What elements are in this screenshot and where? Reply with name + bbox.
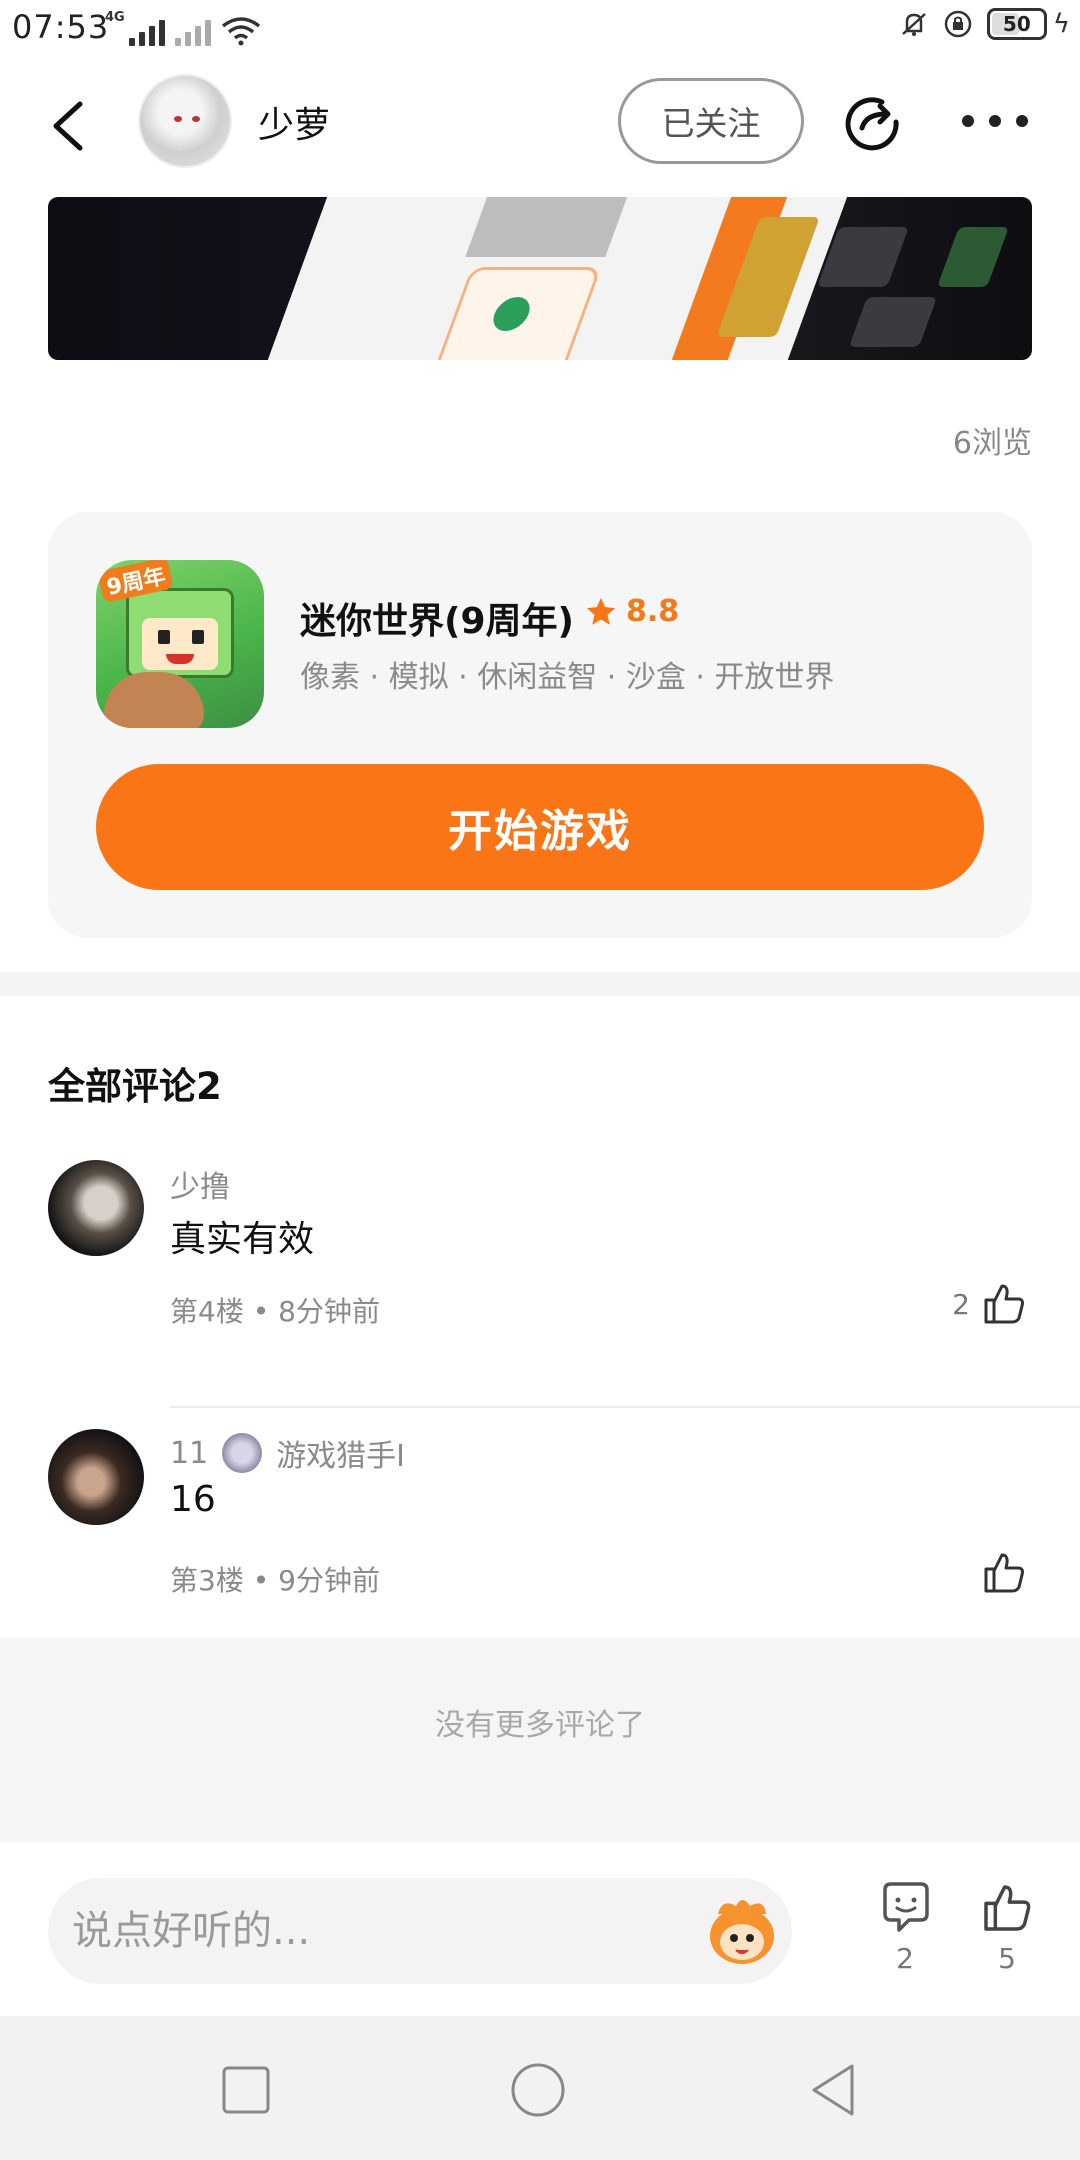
commenter-avatar[interactable] (48, 1160, 144, 1256)
commenter-name[interactable]: 11 (170, 1436, 208, 1471)
comment-bubble-icon (883, 1882, 929, 1932)
rating-value: 8.8 (626, 594, 680, 629)
commenter-badge-name: 游戏猎手I (276, 1439, 406, 1474)
network-type-label: 4G (105, 10, 125, 25)
charging-icon: ϟ (1052, 9, 1070, 39)
commenter-name[interactable]: 少撸 (170, 1162, 230, 1206)
comment-like-button[interactable]: 2 (952, 1280, 1028, 1328)
section-divider (0, 972, 1080, 996)
mute-bell-icon (902, 13, 926, 36)
game-hunter-badge-icon (222, 1433, 263, 1473)
commenter-name-row: 11 游戏猎手I (170, 1431, 405, 1475)
follow-button[interactable]: 已关注 (618, 78, 804, 164)
system-nav-bar (0, 2016, 1080, 2160)
commenter-name-row: 少撸 (170, 1162, 230, 1206)
post-like-count: 5 (998, 1942, 1016, 1975)
comment-meta: 第4楼 • 8分钟前 (170, 1290, 380, 1330)
comment-time: 9分钟前 (278, 1564, 380, 1597)
comment-count-button[interactable]: 2 (870, 1880, 940, 1975)
status-bar: 07:53 4G 50 ϟ (0, 0, 1080, 56)
more-dots-icon[interactable] (962, 106, 1028, 136)
comment-input[interactable] (72, 1878, 672, 1984)
no-more-comments-text: 没有更多评论了 (435, 1708, 645, 1743)
comment-text: 16 (170, 1479, 216, 1520)
commenter-avatar[interactable] (48, 1429, 144, 1525)
wifi-icon (221, 16, 261, 46)
comment-input-pill[interactable] (48, 1878, 792, 1984)
game-app-icon[interactable]: 9周年 (96, 560, 264, 728)
battery-icon: 50 (986, 8, 1047, 40)
thumbs-up-icon (984, 1885, 1031, 1931)
start-game-button[interactable]: 开始游戏 (96, 764, 984, 890)
comment-meta: 第3楼 • 9分钟前 (170, 1559, 380, 1599)
thumbs-up-icon (984, 1284, 1024, 1324)
post-like-button[interactable]: 5 (972, 1880, 1042, 1975)
comment-floor: 第4楼 (170, 1295, 244, 1328)
comment-separator (170, 1406, 1080, 1408)
network-icons: 4G (105, 10, 261, 46)
thumbs-up-icon (984, 1553, 1024, 1593)
comment-time: 8分钟前 (278, 1295, 380, 1328)
comment-floor: 第3楼 (170, 1564, 244, 1597)
game-card[interactable]: 9周年 迷你世界(9周年) 8.8 像素 · 模拟 · 休闲益智 · 沙盒 · … (48, 512, 1032, 938)
comment-item[interactable]: 少撸 真实有效 第4楼 • 8分钟前 2 (0, 1160, 1080, 1430)
view-count: 6浏览 (952, 426, 1032, 461)
comment-count: 2 (896, 1942, 914, 1975)
back-arrow-icon[interactable] (44, 96, 94, 156)
comments-end-area: 没有更多评论了 (0, 1638, 1080, 1842)
game-rating: 8.8 (584, 594, 679, 629)
status-time: 07:53 (12, 8, 110, 46)
comments-title: 全部评论2 (48, 1065, 222, 1108)
author-nickname[interactable]: 少萝 (258, 96, 330, 148)
star-icon (586, 597, 616, 625)
status-right-icons: 50 ϟ (899, 8, 1070, 40)
battery-level: 50 (1002, 12, 1031, 36)
game-name[interactable]: 迷你世界(9周年) (300, 592, 574, 644)
rotation-lock-icon (944, 10, 972, 38)
meta-separator: • (252, 1564, 279, 1597)
post-image[interactable] (48, 197, 1032, 360)
signal-strength-icon (128, 16, 165, 46)
comment-text: 真实有效 (170, 1219, 315, 1260)
meta-separator: • (252, 1295, 279, 1328)
comment-input-bar: 2 5 (0, 1842, 1080, 2014)
top-nav: 少萝 已关注 (0, 56, 1080, 186)
emoji-mascot-icon[interactable] (702, 1892, 782, 1970)
comment-like-count: 2 (952, 1287, 970, 1321)
author-avatar[interactable] (138, 74, 232, 168)
recents-square-icon[interactable] (216, 2060, 276, 2120)
game-tags: 像素 · 模拟 · 休闲益智 · 沙盒 · 开放世界 (300, 660, 835, 695)
signal-no-service-icon (174, 16, 211, 46)
comment-like-button[interactable] (980, 1549, 1028, 1597)
share-icon[interactable] (842, 92, 902, 152)
back-triangle-icon[interactable] (804, 2060, 864, 2120)
home-circle-icon[interactable] (508, 2060, 568, 2120)
